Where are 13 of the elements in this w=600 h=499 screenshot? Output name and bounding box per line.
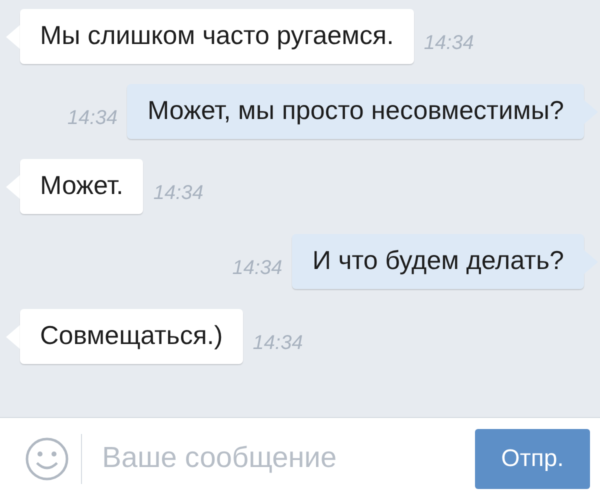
message-time: 14:34 (153, 180, 204, 206)
message-input[interactable]: Ваше сообщение (102, 436, 463, 480)
message-text: Может. (40, 170, 124, 200)
send-button[interactable]: Отпр. (475, 428, 590, 488)
message-time: 14:34 (67, 106, 118, 130)
message-text: Совмещаться.) (40, 320, 223, 350)
smiley-icon[interactable] (25, 436, 69, 480)
message-time: 14:34 (232, 256, 282, 280)
message-text: И что будем делать? (312, 245, 564, 275)
message-time: 14:34 (424, 30, 474, 56)
message-time: 14:34 (252, 330, 303, 356)
message-text: Мы слишком часто ругаемся. (40, 20, 394, 50)
message-text: Может, мы просто несовместимы? (147, 95, 564, 125)
